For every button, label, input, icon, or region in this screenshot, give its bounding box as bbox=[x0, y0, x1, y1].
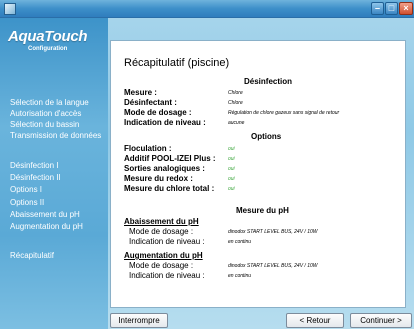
row-label: Indication de niveau : bbox=[129, 237, 205, 246]
row-value: oui bbox=[228, 146, 235, 152]
minimize-button[interactable]: – bbox=[371, 2, 384, 15]
app-logo: AquaTouch bbox=[8, 28, 88, 45]
subsection-augmentation-ph: Augmentation du pH bbox=[124, 251, 203, 260]
continuer-button[interactable]: Continuer > bbox=[350, 313, 412, 328]
row-label: Floculation : bbox=[124, 144, 172, 153]
section-heading-desinfection: Désinfection bbox=[244, 77, 293, 86]
row-label: Mode de dosage : bbox=[129, 227, 194, 236]
retour-button[interactable]: < Retour bbox=[286, 313, 344, 328]
page-title: Récapitulatif (piscine) bbox=[124, 57, 230, 69]
row-label: Mode de dosage : bbox=[129, 261, 194, 270]
row-label: Sorties analogiques : bbox=[124, 164, 205, 173]
sidebar: AquaTouch Configuration Sélection de la … bbox=[0, 18, 108, 329]
sidebar-item-augmentation-ph[interactable]: Augmentation du pH bbox=[10, 222, 83, 231]
title-bar: – □ × bbox=[0, 0, 414, 18]
row-label: Additif POOL-IZEI Plus : bbox=[124, 154, 216, 163]
row-label: Indication de niveau : bbox=[124, 118, 206, 127]
row-value: en continu bbox=[228, 239, 252, 245]
close-button[interactable]: × bbox=[399, 2, 413, 15]
section-heading-ph: Mesure du pH bbox=[236, 206, 289, 215]
row-value: Chlore bbox=[228, 90, 243, 96]
sidebar-item-desinfection-1[interactable]: Désinfection I bbox=[10, 161, 58, 170]
app-icon bbox=[4, 3, 16, 15]
subsection-abaissement-ph: Abaissement du pH bbox=[124, 217, 199, 226]
summary-panel: Récapitulatif (piscine) Désinfection Mes… bbox=[110, 40, 406, 308]
section-heading-options: Options bbox=[251, 132, 282, 141]
row-value: dinodox START LEVEL BUS, 24V / 10W bbox=[228, 263, 318, 269]
row-label: Désinfectant : bbox=[124, 98, 177, 107]
row-value: Chlore bbox=[228, 100, 243, 106]
row-value: oui bbox=[228, 186, 235, 192]
sidebar-item-options-2[interactable]: Options II bbox=[10, 198, 44, 207]
sidebar-item-desinfection-2[interactable]: Désinfection II bbox=[10, 173, 61, 182]
interrompre-button[interactable]: Interrompre bbox=[110, 313, 168, 328]
row-value: oui bbox=[228, 166, 235, 172]
sidebar-item-transmission[interactable]: Transmission de données bbox=[10, 131, 101, 140]
row-label: Indication de niveau : bbox=[129, 271, 205, 280]
sidebar-item-recapitulatif[interactable]: Récapitulatif bbox=[10, 251, 54, 260]
row-label: Mesure du redox : bbox=[124, 174, 193, 183]
maximize-button[interactable]: □ bbox=[385, 2, 398, 15]
app-window: – □ × AquaTouch Configuration Sélection … bbox=[0, 0, 414, 329]
sidebar-item-options-1[interactable]: Options I bbox=[10, 185, 42, 194]
row-value: oui bbox=[228, 156, 235, 162]
row-value: dinodox START LEVEL BUS, 24V / 10W bbox=[228, 229, 318, 235]
row-value: Régulation de chlore gazeux sans signal … bbox=[228, 110, 340, 116]
sidebar-item-abaissement-ph[interactable]: Abaissement du pH bbox=[10, 210, 80, 219]
row-label: Mesure du chlore total : bbox=[124, 184, 215, 193]
sidebar-item-acces[interactable]: Autorisation d'accès bbox=[10, 109, 81, 118]
row-value: en continu bbox=[228, 273, 252, 279]
row-value: aucune bbox=[228, 120, 245, 126]
sidebar-item-langue[interactable]: Sélection de la langue bbox=[10, 98, 89, 107]
app-logo-subtitle: Configuration bbox=[28, 46, 68, 52]
row-label: Mode de dosage : bbox=[124, 108, 192, 117]
row-label: Mesure : bbox=[124, 88, 157, 97]
row-value: oui bbox=[228, 176, 235, 182]
sidebar-item-bassin[interactable]: Sélection du bassin bbox=[10, 120, 79, 129]
